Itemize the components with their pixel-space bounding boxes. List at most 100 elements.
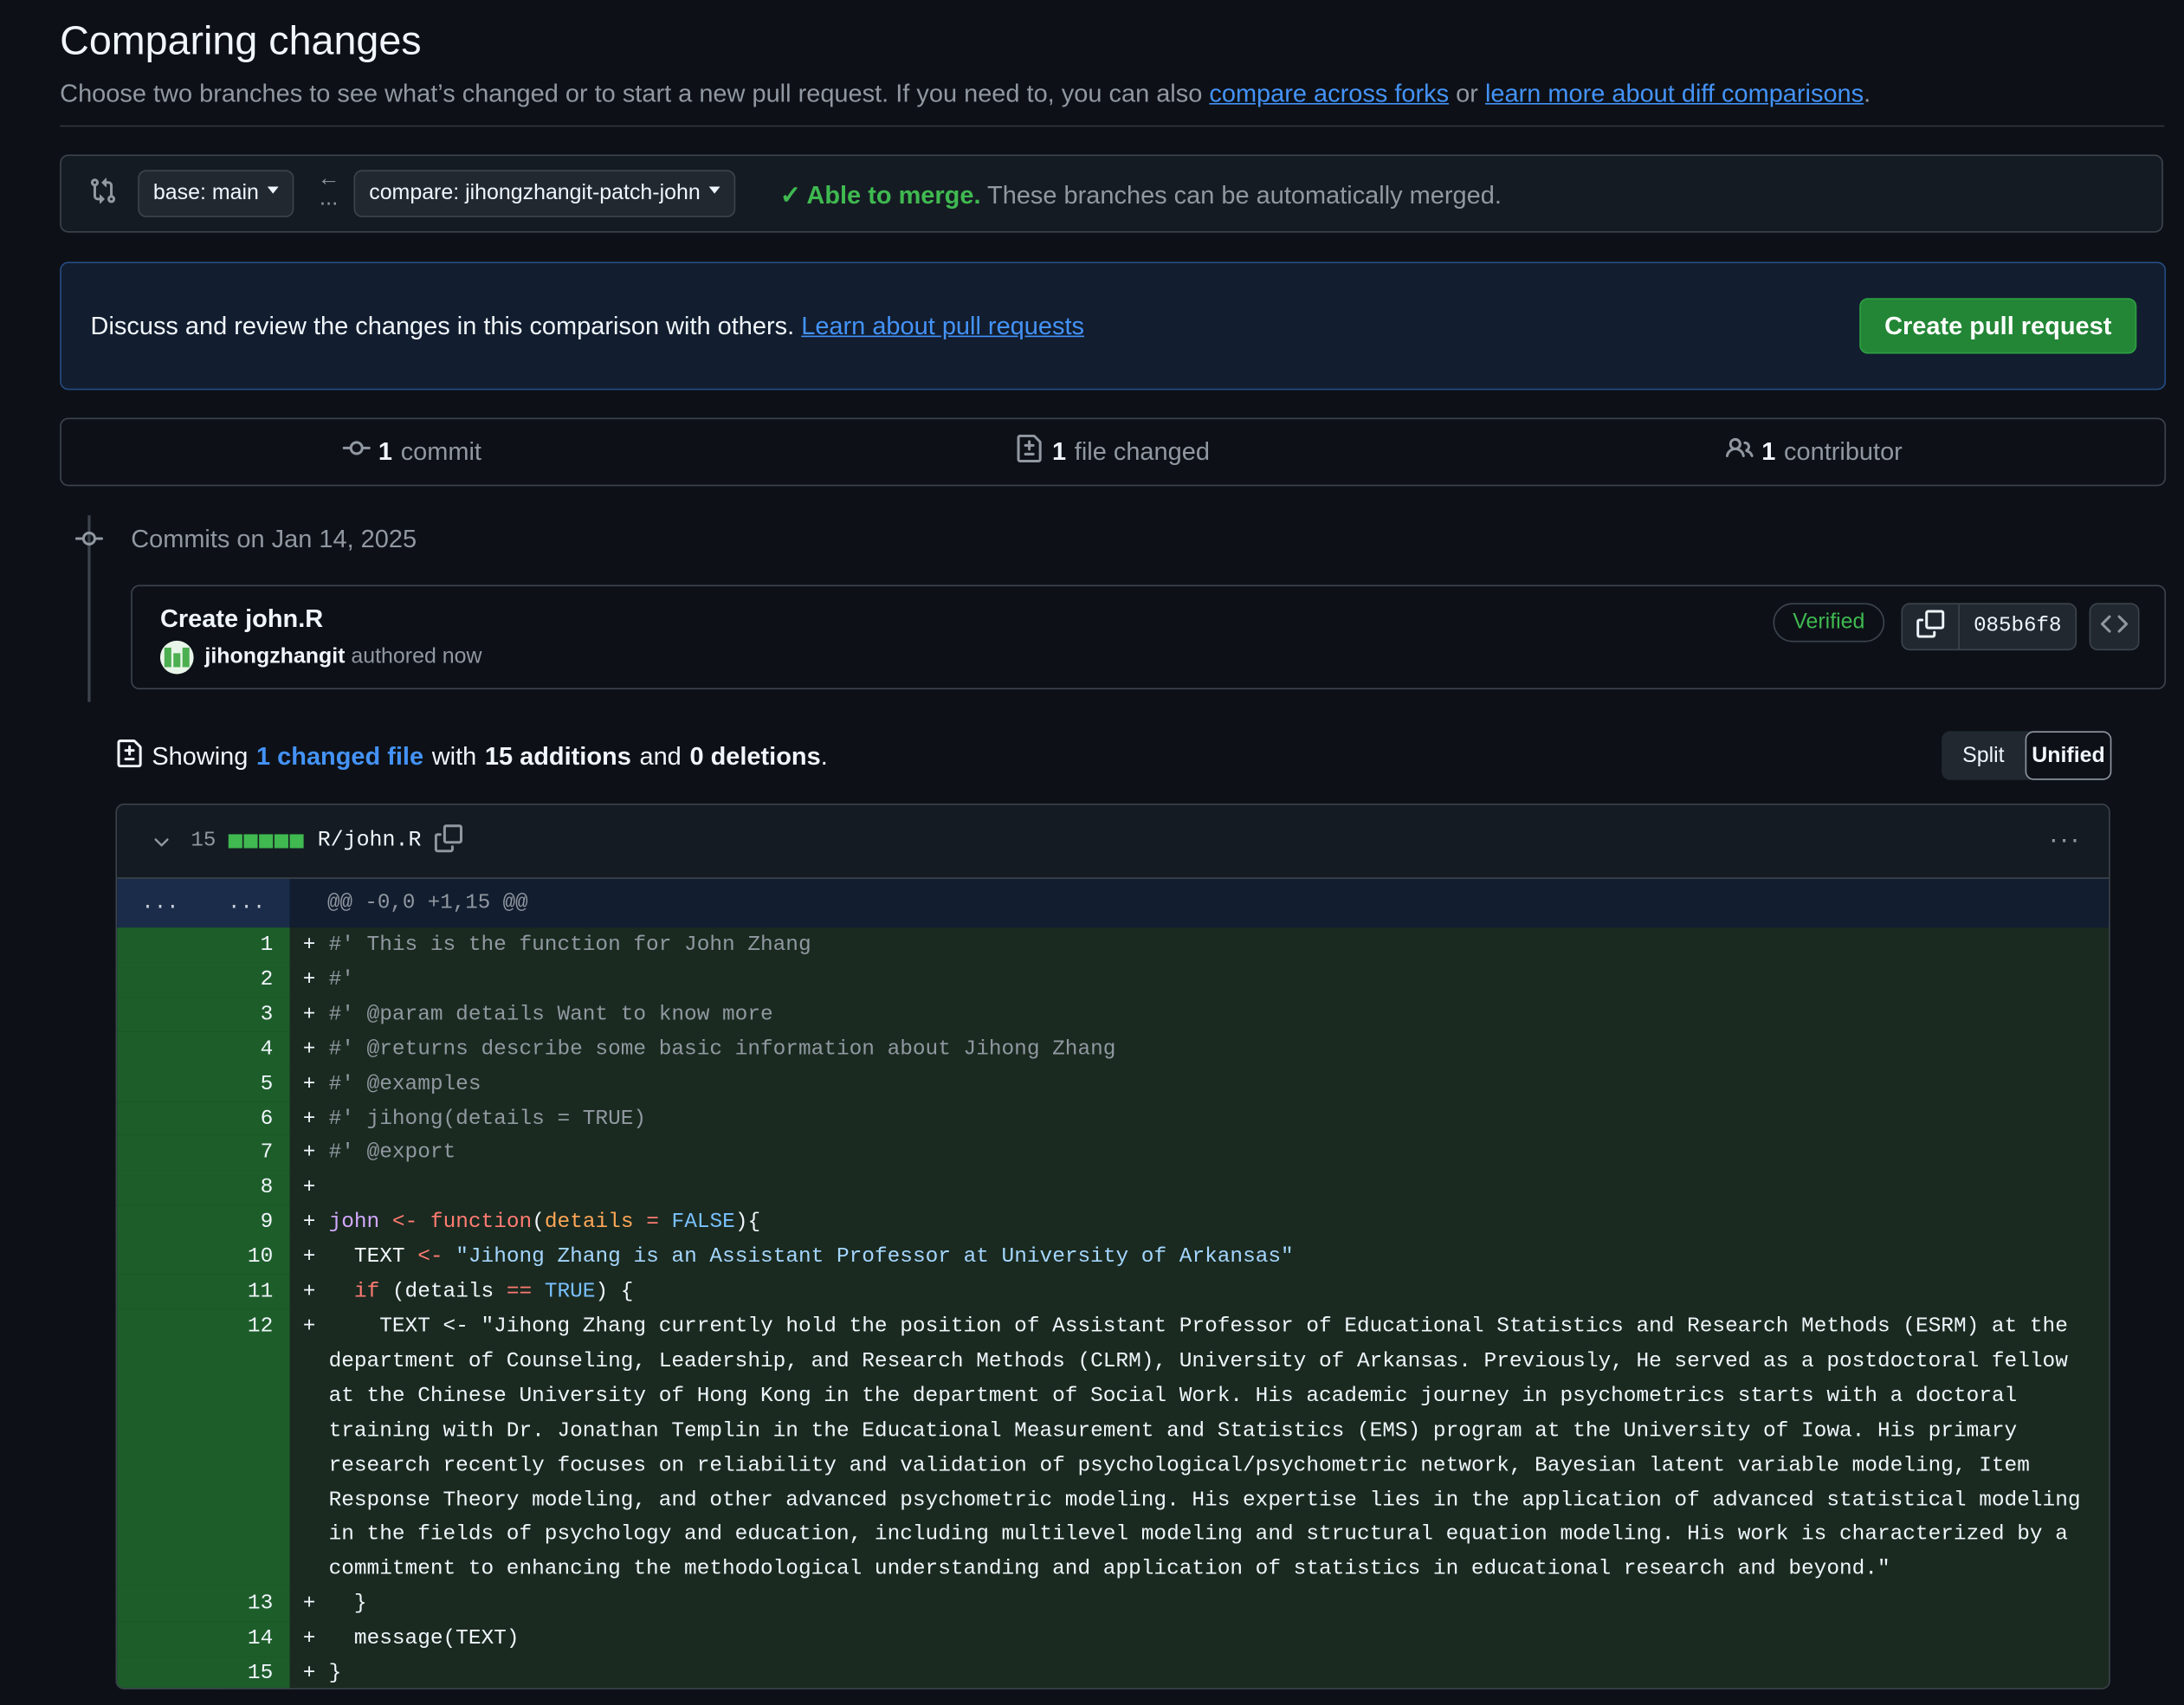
split-view-button[interactable]: Split bbox=[1942, 731, 2026, 779]
create-pull-request-button[interactable]: Create pull request bbox=[1859, 298, 2137, 354]
with-label: with bbox=[431, 742, 477, 771]
code-token: message(TEXT) bbox=[328, 1625, 520, 1651]
addition-marker: + bbox=[302, 1660, 316, 1686]
verified-badge[interactable]: Verified bbox=[1773, 603, 1885, 643]
line-number[interactable]: 6 bbox=[117, 1101, 290, 1136]
code-token: FALSE bbox=[671, 1209, 735, 1235]
compare-forks-link[interactable]: compare across forks bbox=[1209, 80, 1449, 107]
code-content: john <- function(details = FALSE){ bbox=[329, 1205, 2110, 1240]
avatar[interactable] bbox=[159, 640, 194, 675]
ellipsis-text: ... bbox=[319, 186, 339, 210]
code-token: } bbox=[328, 1660, 342, 1686]
code-token: #' @param details Want to know more bbox=[328, 1001, 773, 1027]
files-count: 1 bbox=[1052, 437, 1067, 466]
kebab-horizontal-icon[interactable]: ··· bbox=[2049, 824, 2081, 856]
code-token: <- bbox=[391, 1209, 418, 1235]
addition-marker: + bbox=[302, 1313, 316, 1339]
code-token: (details bbox=[379, 1278, 507, 1304]
tab-files-changed[interactable]: 1 file changed bbox=[762, 419, 1464, 485]
line-number[interactable]: 3 bbox=[117, 997, 290, 1032]
line-number[interactable]: 7 bbox=[117, 1135, 290, 1171]
range-editor: base: main ← ... compare: jihongzhangit-… bbox=[60, 154, 2163, 233]
line-number[interactable]: 10 bbox=[117, 1239, 290, 1275]
line-number[interactable]: 5 bbox=[117, 1066, 290, 1101]
diff-line: 2 + #' bbox=[117, 962, 2109, 998]
git-compare-icon bbox=[89, 176, 117, 213]
line-number[interactable]: 9 bbox=[117, 1204, 290, 1240]
file-diff: 15 R/john.R ··· ...... @@ -0,0 +1,15 @@ … bbox=[115, 804, 2110, 1689]
compare-page: Comparing changes Choose two branches to… bbox=[0, 0, 2184, 1705]
code-icon bbox=[2100, 610, 2129, 644]
code-token: #' @returns describe some basic informat… bbox=[328, 1036, 1116, 1062]
subtitle-text: Choose two branches to see what’s change… bbox=[60, 79, 1210, 107]
tab-commits[interactable]: 1 commit bbox=[61, 419, 763, 485]
unified-view-button[interactable]: Unified bbox=[2025, 731, 2112, 780]
code-token: #' @export bbox=[328, 1140, 456, 1166]
line-number[interactable]: 8 bbox=[117, 1170, 290, 1205]
browse-repo-button[interactable] bbox=[2089, 603, 2140, 651]
code-content: } bbox=[328, 1656, 2110, 1688]
expand-hunk-button[interactable]: ...... bbox=[117, 878, 290, 928]
diff-line: 6 + #' jihong(details = TRUE) bbox=[117, 1101, 2109, 1136]
tab-contributors[interactable]: 1 contributor bbox=[1464, 419, 2165, 485]
compare-branch-label: compare: jihongzhangit-patch-john bbox=[369, 181, 701, 205]
copy-icon[interactable] bbox=[434, 824, 462, 859]
compare-branch-select[interactable]: compare: jihongzhangit-patch-john bbox=[353, 170, 735, 217]
learn-pull-requests-link[interactable]: Learn about pull requests bbox=[801, 312, 1084, 339]
hunk-left: ... bbox=[141, 891, 179, 915]
chevron-down-icon[interactable] bbox=[151, 831, 173, 861]
code-content bbox=[329, 1171, 2110, 1205]
addition-marker: + bbox=[302, 1036, 316, 1062]
copy-sha-button[interactable] bbox=[1903, 604, 1961, 649]
line-number[interactable]: 12 bbox=[117, 1308, 290, 1587]
line-number[interactable]: 4 bbox=[117, 1031, 290, 1067]
code-token: #' bbox=[328, 966, 354, 992]
addition-marker: + bbox=[302, 1209, 316, 1235]
code-content: #' @param details Want to know more bbox=[329, 997, 2110, 1031]
file-name-link[interactable]: R/john.R bbox=[318, 827, 422, 852]
line-number[interactable]: 1 bbox=[117, 927, 290, 963]
diff-line: 8 + bbox=[117, 1170, 2110, 1205]
copy-icon bbox=[1916, 609, 1945, 644]
line-number[interactable]: 15 bbox=[117, 1656, 290, 1689]
showing-label: Showing bbox=[152, 742, 249, 771]
file-diff-icon bbox=[115, 739, 143, 774]
code-content: TEXT <- "Jihong Zhang currently hold the… bbox=[329, 1309, 2110, 1586]
git-commit-icon bbox=[342, 435, 371, 469]
diff-line: 3 + #' @param details Want to know more bbox=[117, 997, 2110, 1032]
code-token: == bbox=[506, 1278, 533, 1304]
file-diff-icon bbox=[1016, 434, 1044, 469]
addition-marker: + bbox=[302, 1625, 316, 1651]
changed-files-link[interactable]: 1 changed file bbox=[256, 742, 423, 772]
base-branch-select[interactable]: base: main bbox=[138, 170, 294, 217]
line-number[interactable]: 14 bbox=[117, 1621, 290, 1657]
period: . bbox=[820, 742, 828, 771]
line-number[interactable]: 13 bbox=[117, 1586, 290, 1622]
line-number[interactable]: 2 bbox=[117, 962, 290, 998]
code-token: ){ bbox=[734, 1209, 761, 1235]
diff-view-toggle: Split Unified bbox=[1942, 731, 2112, 780]
people-icon bbox=[1725, 435, 1754, 469]
addition-marker: + bbox=[302, 1243, 316, 1269]
code-content: #' @export bbox=[329, 1136, 2110, 1171]
commit-sha-group: 085b6f8 bbox=[1901, 603, 2077, 651]
code-token: if bbox=[353, 1278, 380, 1304]
commit-title-link[interactable]: Create john.R bbox=[160, 604, 323, 634]
merge-message: These branches can be automatically merg… bbox=[980, 181, 1502, 210]
commits-count: 1 bbox=[378, 437, 393, 466]
commit-sha-link[interactable]: 085b6f8 bbox=[1960, 604, 2075, 649]
author-link[interactable]: jihongzhangit bbox=[204, 645, 345, 668]
contributors-label: contributor bbox=[1784, 437, 1903, 466]
code-content: TEXT <- "Jihong Zhang is an Assistant Pr… bbox=[329, 1240, 2110, 1275]
line-number[interactable]: 11 bbox=[117, 1274, 290, 1309]
code-token: #' @examples bbox=[328, 1070, 481, 1096]
addition-marker: + bbox=[302, 966, 316, 992]
code-token: TEXT <- "Jihong Zhang currently hold the… bbox=[328, 1313, 2094, 1582]
deletions-count: 0 deletions bbox=[689, 742, 821, 771]
learn-diff-link[interactable]: learn more about diff comparisons bbox=[1485, 80, 1864, 107]
code-content: message(TEXT) bbox=[329, 1621, 2110, 1656]
